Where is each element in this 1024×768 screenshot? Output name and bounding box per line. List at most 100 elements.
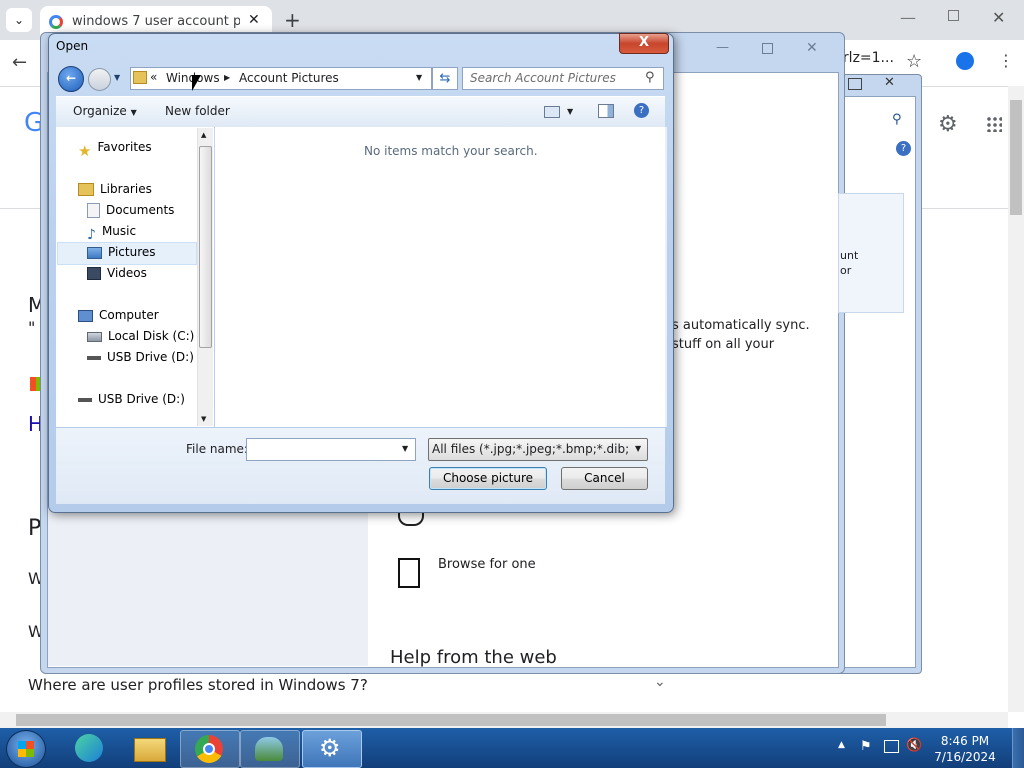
- breadcrumb-separator-icon[interactable]: ▶: [224, 73, 230, 82]
- apps-grid-icon[interactable]: [986, 116, 1002, 132]
- clock-date: 7/16/2024: [934, 750, 996, 764]
- file-name-input[interactable]: ▼: [246, 438, 416, 461]
- profile-avatar-icon[interactable]: [956, 52, 974, 70]
- start-button[interactable]: [6, 730, 46, 768]
- help-window-help-icon[interactable]: ?: [896, 141, 911, 156]
- view-options-icon[interactable]: [544, 106, 560, 118]
- file-name-label: File name:: [186, 442, 248, 456]
- page-vertical-scroll-thumb[interactable]: [1010, 100, 1022, 215]
- breadcrumb-account-pictures[interactable]: Account Pictures: [239, 71, 339, 85]
- chrome-taskbar-button[interactable]: [180, 730, 240, 768]
- nav-usb-drive-under-computer[interactable]: USB Drive (D:): [87, 347, 194, 367]
- browse-for-one-link[interactable]: Browse for one: [438, 557, 536, 572]
- command-bar: [56, 96, 665, 128]
- new-folder-button[interactable]: New folder: [165, 104, 230, 118]
- content-right-edge: [665, 127, 667, 427]
- nav-documents[interactable]: Documents: [87, 200, 174, 220]
- file-type-select[interactable]: All files (*.jpg;*.jpeg;*.bmp;*.dib;*.pn…: [428, 438, 648, 461]
- settings-gear-icon[interactable]: ⚙: [938, 112, 958, 137]
- edge-taskbar-button[interactable]: [60, 730, 118, 766]
- nav-computer[interactable]: Computer: [78, 305, 159, 325]
- organize-menu-button[interactable]: Organize ▼: [73, 104, 137, 118]
- nav-documents-label: Documents: [106, 203, 175, 217]
- restore-window-button[interactable]: [948, 10, 959, 21]
- nav-usb-label: USB Drive (D:): [107, 350, 194, 364]
- close-window-button[interactable]: ✕: [992, 8, 1005, 27]
- action-center-flag-icon[interactable]: ⚑: [860, 739, 872, 754]
- recent-locations-dropdown-icon[interactable]: ▼: [114, 73, 120, 82]
- nav-scroll-down-icon[interactable]: ▼: [201, 415, 206, 423]
- refresh-button[interactable]: ⇆: [432, 67, 458, 90]
- cancel-button[interactable]: Cancel: [561, 467, 648, 490]
- pictures-icon: [87, 246, 102, 259]
- taskbar-clock[interactable]: 8:46 PM 7/16/2024: [920, 733, 1010, 765]
- browser-menu-icon[interactable]: ⋮: [998, 51, 1014, 70]
- show-desktop-button[interactable]: [1012, 728, 1024, 768]
- nav-favorites[interactable]: ★ Favorites: [78, 137, 152, 160]
- forward-button[interactable]: [88, 68, 111, 91]
- usb-drive-icon: [87, 355, 101, 360]
- chrome-icon: [195, 735, 223, 763]
- help-window-search-icon[interactable]: ⚲: [892, 112, 902, 127]
- address-history-dropdown-icon[interactable]: ▼: [416, 73, 422, 82]
- back-button[interactable]: ←: [58, 66, 84, 92]
- refresh-icon: ⇆: [439, 71, 451, 86]
- nav-usb-drive[interactable]: USB Drive (D:): [78, 389, 185, 409]
- local-disk-icon: [87, 331, 102, 342]
- usb-drive-icon: [78, 397, 92, 402]
- faq-expand-chevron-icon[interactable]: ⌄: [654, 674, 666, 690]
- view-dropdown-icon[interactable]: ▼: [567, 107, 573, 116]
- minimize-window-button[interactable]: —: [900, 8, 916, 27]
- clock-time: 8:46 PM: [940, 734, 990, 748]
- explorer-taskbar-button[interactable]: [120, 730, 178, 766]
- file-type-value: All files (*.jpg;*.jpeg;*.bmp;*.dib;*.pn…: [432, 442, 628, 456]
- show-hidden-icons-icon[interactable]: ▲: [838, 740, 845, 750]
- control-panel-minimize-icon[interactable]: —: [716, 40, 729, 55]
- new-tab-button[interactable]: +: [284, 8, 301, 32]
- folder-icon: [133, 71, 147, 84]
- browse-file-icon[interactable]: [398, 558, 420, 588]
- bookmark-star-icon[interactable]: ☆: [906, 51, 922, 72]
- file-list-area[interactable]: [215, 127, 665, 427]
- file-type-dropdown-icon[interactable]: ▼: [635, 444, 641, 453]
- nav-videos[interactable]: Videos: [87, 263, 147, 283]
- nav-local-disk[interactable]: Local Disk (C:): [87, 326, 194, 346]
- breadcrumb-overflow[interactable]: «: [150, 70, 157, 84]
- nav-music[interactable]: ♪ Music: [87, 221, 137, 243]
- tab-search-dropdown-button[interactable]: ⌄: [6, 8, 32, 32]
- network-icon[interactable]: [884, 740, 899, 753]
- nav-libraries[interactable]: Libraries: [78, 179, 152, 199]
- nav-scroll-thumb[interactable]: [199, 146, 212, 348]
- help-icon[interactable]: ?: [634, 103, 649, 118]
- videos-icon: [87, 267, 101, 280]
- star-icon: ★: [78, 141, 92, 160]
- back-arrow-icon[interactable]: ←: [12, 52, 27, 73]
- dialog-close-button[interactable]: X: [619, 33, 669, 54]
- choose-picture-button[interactable]: Choose picture: [429, 467, 547, 490]
- file-name-dropdown-icon[interactable]: ▼: [402, 444, 408, 453]
- control-panel-maximize-icon[interactable]: [762, 43, 773, 54]
- help-window-close-icon[interactable]: ✕: [884, 75, 895, 90]
- search-box[interactable]: Search Account Pictures ⚲: [462, 67, 664, 90]
- preview-pane-icon[interactable]: [598, 104, 614, 118]
- nav-music-label: Music: [101, 224, 137, 238]
- help-window-restore-icon[interactable]: [848, 78, 862, 90]
- nav-usb-root-label: USB Drive (D:): [98, 392, 185, 406]
- tab-close-icon[interactable]: ✕: [248, 12, 260, 28]
- nav-pictures[interactable]: Pictures: [87, 242, 156, 262]
- tab-title: windows 7 user account picture: [72, 14, 240, 29]
- users-taskbar-button[interactable]: [240, 730, 300, 768]
- search-icon[interactable]: ⚲: [645, 70, 655, 85]
- faq-question[interactable]: Where are user profiles stored in Window…: [28, 676, 368, 694]
- settings-taskbar-button[interactable]: ⚙: [302, 730, 362, 768]
- page-letter: ": [28, 318, 36, 337]
- libraries-icon: [78, 183, 94, 196]
- computer-icon: [78, 309, 93, 322]
- music-icon: ♪: [87, 226, 96, 243]
- page-horizontal-scroll-thumb[interactable]: [16, 714, 886, 726]
- nav-videos-label: Videos: [107, 266, 147, 280]
- nav-scroll-up-icon[interactable]: ▲: [201, 131, 206, 139]
- mouse-cursor-icon: [192, 75, 201, 91]
- nav-computer-label: Computer: [99, 308, 159, 322]
- control-panel-close-icon[interactable]: ✕: [806, 40, 818, 56]
